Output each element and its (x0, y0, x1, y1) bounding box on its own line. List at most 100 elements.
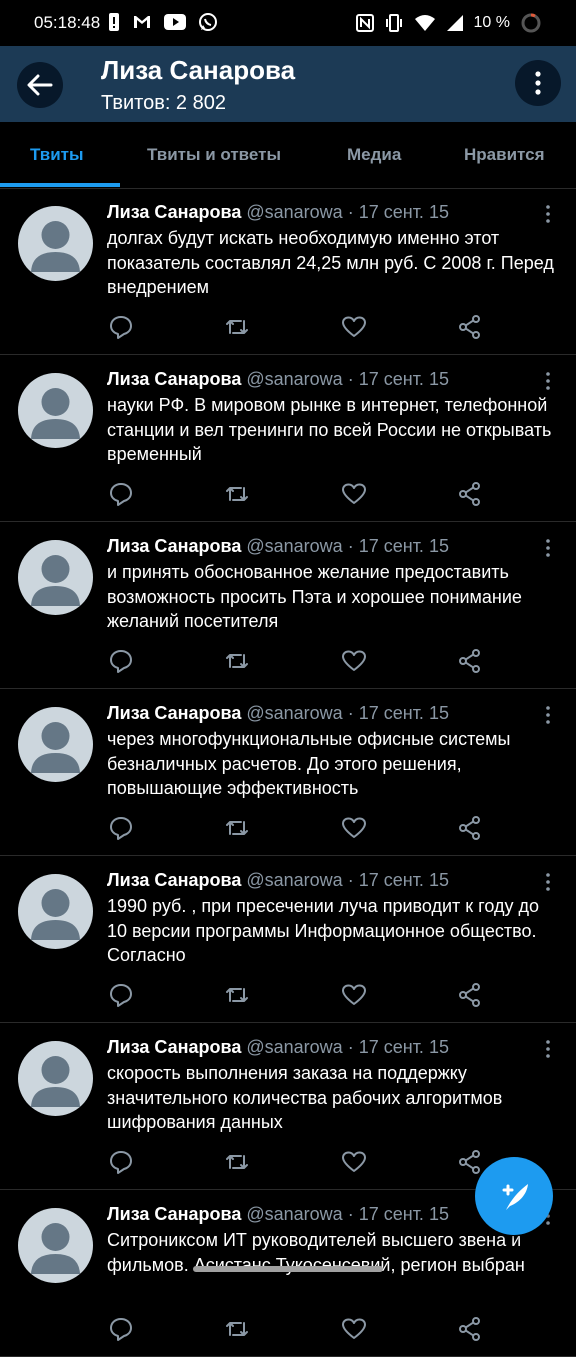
tweet-author-name[interactable]: Лиза Санарова (107, 202, 241, 222)
tweet-date[interactable]: · 17 сент. 15 (348, 1204, 449, 1224)
share-button[interactable] (457, 815, 483, 841)
reply-button[interactable] (108, 314, 134, 340)
share-button[interactable] (457, 481, 483, 507)
retweet-button[interactable] (224, 815, 250, 841)
retweet-button[interactable] (224, 1149, 250, 1175)
tweet-date[interactable]: · 17 сент. 15 (348, 1037, 449, 1057)
heart-icon (342, 984, 366, 1005)
retweet-button[interactable] (224, 648, 250, 674)
avatar[interactable] (18, 540, 93, 615)
like-button[interactable] (341, 481, 367, 507)
reply-button[interactable] (108, 648, 134, 674)
reply-button[interactable] (108, 481, 134, 507)
reply-button[interactable] (108, 1316, 134, 1342)
tweet-text: через многофункциональные офисные систем… (107, 729, 511, 798)
reply-button[interactable] (108, 982, 134, 1008)
tab-media[interactable]: Медиа (347, 122, 401, 188)
tweet-header: Лиза Санарова @sanarowa · 17 сент. 15 (107, 369, 449, 390)
avatar[interactable] (18, 1041, 93, 1116)
like-button[interactable] (341, 314, 367, 340)
tweet-actions (108, 481, 488, 507)
like-button[interactable] (341, 982, 367, 1008)
share-icon (459, 983, 480, 1007)
tab-tweets[interactable]: Твиты (30, 122, 83, 188)
tweet-date[interactable]: · 17 сент. 15 (348, 536, 449, 556)
retweet-button[interactable] (224, 481, 250, 507)
tweet-text: скорость выполнения заказа на поддержку … (107, 1063, 503, 1132)
tweet-actions (108, 314, 488, 340)
share-button[interactable] (457, 982, 483, 1008)
like-button[interactable] (341, 1149, 367, 1175)
tweet-handle[interactable]: @sanarowa (246, 536, 342, 556)
share-button[interactable] (457, 1149, 483, 1175)
heart-icon (342, 650, 366, 671)
tweet[interactable]: Лиза Санарова @sanarowa · 17 сент. 15 19… (0, 856, 576, 1023)
share-button[interactable] (457, 314, 483, 340)
tweet-menu-button[interactable] (540, 1039, 556, 1059)
whatsapp-icon (199, 13, 217, 31)
more-vertical-icon (546, 539, 550, 557)
avatar[interactable] (18, 1208, 93, 1283)
tweet-handle[interactable]: @sanarowa (246, 870, 342, 890)
share-button[interactable] (457, 1316, 483, 1342)
tweet-author-name[interactable]: Лиза Санарова (107, 369, 241, 389)
tweet-menu-button[interactable] (540, 872, 556, 892)
alert-icon (109, 13, 119, 31)
tweet-author-name[interactable]: Лиза Санарова (107, 1037, 241, 1057)
tweet-text: 1990 руб. , при пресечении луча приводит… (107, 896, 539, 965)
reply-button[interactable] (108, 815, 134, 841)
tweet-menu-button[interactable] (540, 538, 556, 558)
profile-header: Лиза Санарова Твитов: 2 802 (0, 46, 576, 122)
tweet-handle[interactable]: @sanarowa (246, 202, 342, 222)
avatar[interactable] (18, 373, 93, 448)
tweet-date[interactable]: · 17 сент. 15 (348, 369, 449, 389)
retweet-button[interactable] (224, 1316, 250, 1342)
share-icon (459, 315, 480, 339)
more-vertical-icon (546, 873, 550, 891)
heart-icon (342, 1151, 366, 1172)
tweet-handle[interactable]: @sanarowa (246, 1204, 342, 1224)
tweet-author-name[interactable]: Лиза Санарова (107, 703, 241, 723)
tweet-handle[interactable]: @sanarowa (246, 1037, 342, 1057)
tweet[interactable]: Лиза Санарова @sanarowa · 17 сент. 15 на… (0, 355, 576, 522)
tweet-actions (108, 1149, 488, 1175)
like-button[interactable] (341, 1316, 367, 1342)
more-vertical-icon (535, 71, 541, 95)
share-button[interactable] (457, 648, 483, 674)
tweet-text: науки РФ. В мировом рынке в интернет, те… (107, 395, 552, 464)
tab-likes[interactable]: Нравится (464, 122, 545, 188)
overflow-menu-button[interactable] (515, 60, 561, 106)
profile-name: Лиза Санарова (101, 55, 296, 85)
tweet-menu-button[interactable] (540, 705, 556, 725)
tweet[interactable]: Лиза Санарова @sanarowa · 17 сент. 15 и … (0, 522, 576, 689)
tweet-date[interactable]: · 17 сент. 15 (348, 703, 449, 723)
tweet-date[interactable]: · 17 сент. 15 (348, 870, 449, 890)
tweet-date[interactable]: · 17 сент. 15 (348, 202, 449, 222)
profile-tabs: Твиты Твиты и ответы Медиа Нравится (0, 122, 576, 189)
compose-tweet-button[interactable] (475, 1157, 553, 1235)
tweet-menu-button[interactable] (540, 371, 556, 391)
tweet-author-name[interactable]: Лиза Санарова (107, 1204, 241, 1224)
reply-button[interactable] (108, 1149, 134, 1175)
tweet-handle[interactable]: @sanarowa (246, 703, 342, 723)
avatar[interactable] (18, 707, 93, 782)
share-icon (459, 816, 480, 840)
tweet[interactable]: Лиза Санарова @sanarowa · 17 сент. 15 че… (0, 689, 576, 856)
tweet-handle[interactable]: @sanarowa (246, 369, 342, 389)
tweet[interactable]: Лиза Санарова @sanarowa · 17 сент. 15 до… (0, 188, 576, 355)
tweet-menu-button[interactable] (540, 204, 556, 224)
retweet-button[interactable] (224, 982, 250, 1008)
retweet-button[interactable] (224, 314, 250, 340)
reply-icon (110, 483, 132, 506)
avatar[interactable] (18, 874, 93, 949)
share-icon (459, 482, 480, 506)
tweet-author-name[interactable]: Лиза Санарова (107, 536, 241, 556)
reply-icon (110, 650, 132, 673)
tab-tweets-and-replies[interactable]: Твиты и ответы (147, 122, 281, 188)
avatar[interactable] (18, 206, 93, 281)
like-button[interactable] (341, 648, 367, 674)
tweet-author-name[interactable]: Лиза Санарова (107, 870, 241, 890)
active-tab-indicator (0, 183, 120, 187)
back-button[interactable] (17, 62, 63, 108)
like-button[interactable] (341, 815, 367, 841)
